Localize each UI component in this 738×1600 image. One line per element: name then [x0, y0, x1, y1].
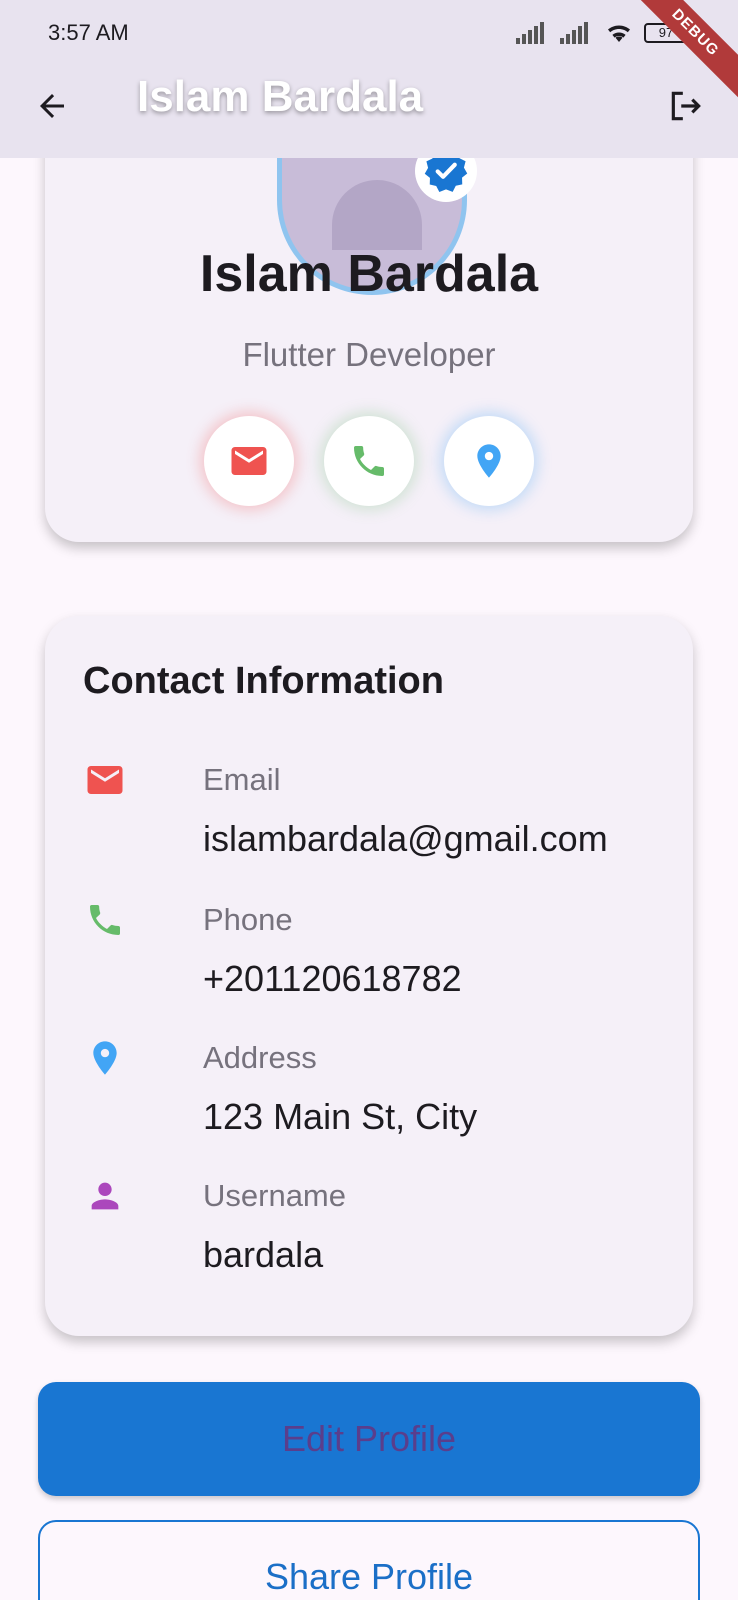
contact-value: bardala	[203, 1234, 324, 1275]
location-action-button[interactable]	[444, 416, 534, 506]
app-bar: 3:57 AM 97 DEBUG Islam Bardala	[0, 0, 738, 158]
status-time: 3:57 AM	[48, 20, 129, 45]
phone-icon	[83, 898, 127, 942]
person-icon	[83, 1174, 127, 1218]
email-icon	[83, 758, 127, 802]
phone-icon	[354, 446, 384, 476]
arrow-back-icon	[40, 94, 64, 118]
contact-row-username[interactable]: Username bardala	[83, 1174, 653, 1284]
phone-action-button[interactable]	[324, 416, 414, 506]
signal-icon	[516, 22, 544, 44]
contact-row-address[interactable]: Address 123 Main St, City	[83, 1036, 653, 1146]
contact-title: Contact Information	[83, 660, 444, 702]
contact-value: 123 Main St, City	[203, 1096, 478, 1137]
profile-card: Islam Bardala Flutter Developer	[45, 100, 693, 542]
back-button[interactable]	[30, 84, 74, 128]
contact-row-phone[interactable]: Phone +201120618782	[83, 898, 653, 1008]
contact-label: Phone	[203, 902, 293, 937]
logout-button[interactable]	[664, 84, 708, 128]
contact-value: islambardala@gmail.com	[203, 818, 608, 859]
signal-icon	[560, 22, 588, 44]
logout-icon	[671, 91, 701, 121]
email-icon	[231, 447, 267, 475]
email-action-button[interactable]	[204, 416, 294, 506]
contact-card: Contact Information Email islambardala@g…	[45, 616, 693, 1336]
share-profile-button[interactable]: Share Profile	[38, 1520, 700, 1600]
location-icon	[83, 1036, 127, 1080]
profile-role: Flutter Developer	[242, 336, 496, 373]
app-bar-title: Islam Bardala	[137, 72, 424, 121]
contact-label: Username	[203, 1178, 346, 1213]
status-icons: 97	[516, 20, 692, 46]
contact-value: +201120618782	[203, 958, 462, 999]
edit-profile-button[interactable]: Edit Profile	[38, 1382, 700, 1496]
contact-row-email[interactable]: Email islambardala@gmail.com	[83, 758, 653, 868]
contact-label: Address	[203, 1040, 317, 1075]
quick-actions	[45, 416, 693, 506]
profile-name: Islam Bardala	[199, 245, 539, 303]
wifi-icon	[608, 25, 630, 42]
contact-label: Email	[203, 762, 281, 797]
location-icon	[477, 444, 501, 478]
